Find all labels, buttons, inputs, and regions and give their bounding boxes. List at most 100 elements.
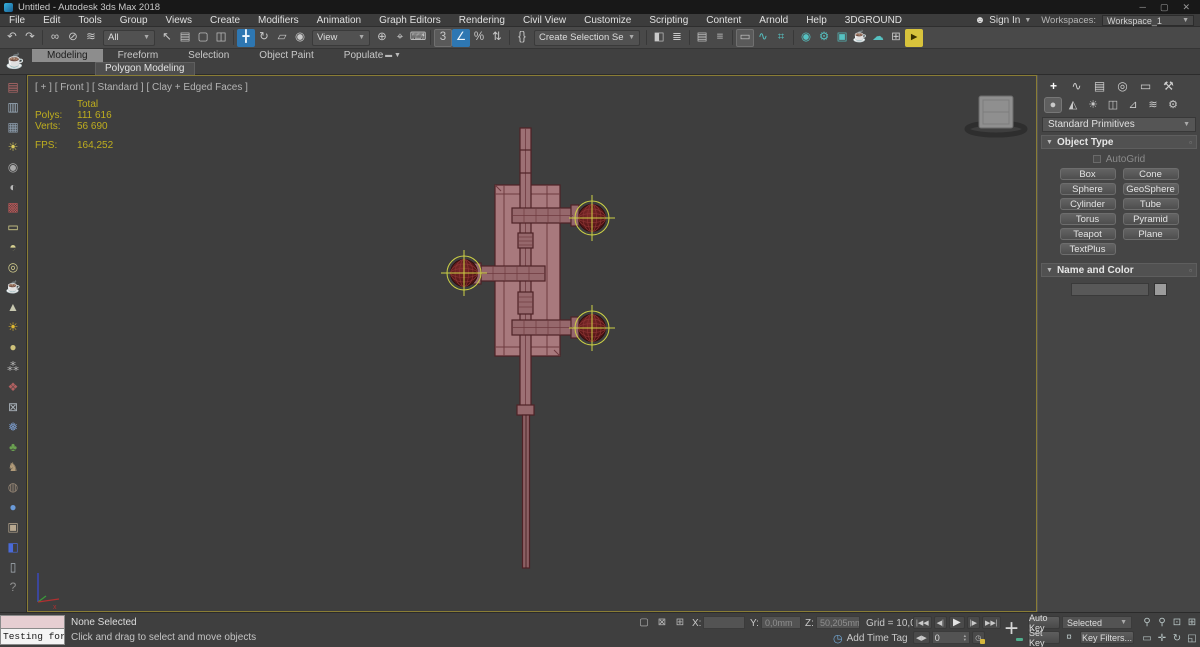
cylinder-button[interactable]: Cylinder <box>1059 198 1116 210</box>
help-icon[interactable]: ? <box>2 577 25 597</box>
schematic-view-icon[interactable]: ⌗ <box>772 29 790 47</box>
scene-explorer-toggle-icon[interactable]: ▤ <box>693 29 711 47</box>
pan-icon[interactable]: ✛ <box>1155 631 1169 646</box>
select-by-name-icon[interactable]: ▤ <box>176 29 194 47</box>
rendered-frame-icon[interactable]: ▣ <box>833 29 851 47</box>
molecule-tool-icon[interactable]: ❖ <box>2 377 25 397</box>
ribbon-overflow-button[interactable]: ▬ ▼ <box>380 49 406 62</box>
layer-explorer-icon[interactable]: ▦ <box>2 117 25 137</box>
orbit-icon[interactable]: ↻ <box>1170 631 1184 646</box>
name-color-rollout-header[interactable]: ▼ Name and Color ▫ <box>1041 263 1197 277</box>
undo-icon[interactable]: ↶ <box>3 29 21 47</box>
listener-macro-pane[interactable] <box>0 615 65 629</box>
set-key-button[interactable]: Set Key <box>1028 628 1060 647</box>
ribbon-tab-modeling[interactable]: Modeling <box>32 49 103 62</box>
spinner-icon[interactable]: ▲ ▼ <box>963 633 967 642</box>
zoom-icon[interactable]: ⚲ <box>1140 615 1154 630</box>
workspace-dropdown[interactable]: Workspace_1 ▼ <box>1102 15 1194 26</box>
z-coordinate-field[interactable]: 50,205mm <box>816 616 860 629</box>
reference-coordinate-dropdown[interactable]: View ▼ <box>312 29 370 46</box>
percent-snap-icon[interactable]: % <box>470 29 488 47</box>
named-selection-set-dropdown[interactable]: Create Selection Se ▼ <box>534 29 640 46</box>
ribbon-toggle-icon[interactable]: ▭ <box>736 28 754 47</box>
play-button[interactable]: ▶ <box>948 616 965 629</box>
angle-snap-icon[interactable]: ∠ <box>452 28 470 47</box>
maxscript-mini-listener[interactable]: Testing for i <box>0 615 65 645</box>
select-and-move-icon[interactable]: ╋ <box>237 28 255 47</box>
category-geometry[interactable]: ● <box>1044 97 1062 113</box>
current-frame-field[interactable]: 0 ▲ ▼ <box>931 631 970 644</box>
menu-help[interactable]: Help <box>797 14 836 27</box>
menu-animation[interactable]: Animation <box>308 14 370 27</box>
menu-graph-editors[interactable]: Graph Editors <box>370 14 450 27</box>
teapot-button[interactable]: Teapot <box>1059 228 1116 240</box>
selection-lock-toggle[interactable]: ⊠ <box>655 616 669 629</box>
sun-tool-icon[interactable]: ☀ <box>2 317 25 337</box>
menu-3dground[interactable]: 3DGROUND <box>836 14 911 27</box>
window-crossing-icon[interactable]: ◫ <box>212 29 230 47</box>
listener-script-pane[interactable]: Testing for i <box>0 629 65 645</box>
teapot-icon[interactable]: ☕ <box>3 50 27 74</box>
teapot-tool-icon[interactable]: ☕ <box>2 277 25 297</box>
ribbon-tab-selection[interactable]: Selection <box>173 49 244 62</box>
render-cloud-icon[interactable]: ☁ <box>869 29 887 47</box>
select-and-link-icon[interactable]: ∞ <box>46 29 64 47</box>
redo-icon[interactable]: ↷ <box>21 29 39 47</box>
menu-tools[interactable]: Tools <box>69 14 110 27</box>
gizmo-tool-icon[interactable]: ⊠ <box>2 397 25 417</box>
geosphere-button[interactable]: GeoSphere <box>1122 183 1179 195</box>
unlink-selection-icon[interactable]: ⊘ <box>64 29 82 47</box>
composite-icon[interactable]: ◧ <box>2 537 25 557</box>
camera-tools-icon[interactable]: ◉ <box>2 157 25 177</box>
plane-button[interactable]: Plane <box>1122 228 1179 240</box>
menu-modifiers[interactable]: Modifiers <box>249 14 308 27</box>
category-systems[interactable]: ⚙ <box>1164 97 1182 113</box>
render-setup-icon[interactable]: ⚙ <box>815 29 833 47</box>
document-icon[interactable]: ▯ <box>2 557 25 577</box>
object-type-rollout-header[interactable]: ▼ Object Type ▫ <box>1041 135 1197 149</box>
polygon-modeling-panel-tab[interactable]: Polygon Modeling <box>95 62 195 75</box>
bind-to-space-warp-icon[interactable]: ≋ <box>82 29 100 47</box>
menu-content[interactable]: Content <box>697 14 750 27</box>
key-filters-icon[interactable]: ¤ <box>1062 631 1076 644</box>
x-coordinate-field[interactable] <box>703 616 745 629</box>
zoom-extents-all-icon[interactable]: ⊞ <box>1185 615 1199 630</box>
go-to-start-button[interactable]: |◀◀ <box>913 616 932 629</box>
bitmap-icon[interactable]: ▣ <box>2 517 25 537</box>
key-mode-toggle[interactable]: ◀▶ <box>913 631 930 644</box>
menu-edit[interactable]: Edit <box>34 14 69 27</box>
category-cameras[interactable]: ◫ <box>1104 97 1122 113</box>
panel-tab-modify[interactable]: ∿ <box>1067 78 1086 94</box>
next-frame-button[interactable]: |▶ <box>966 616 980 629</box>
named-selection-sets-icon[interactable]: {} <box>513 29 531 47</box>
menu-group[interactable]: Group <box>111 14 157 27</box>
box-button[interactable]: Box <box>1059 168 1116 180</box>
time-configuration-button[interactable]: ◷ <box>971 631 985 644</box>
select-and-place-icon[interactable]: ◉ <box>291 29 309 47</box>
key-filters-button[interactable]: Key Filters... <box>1080 631 1134 644</box>
sphere-tool-icon[interactable]: ● <box>2 337 25 357</box>
curve-editor-icon[interactable]: ∿ <box>754 29 772 47</box>
menu-rendering[interactable]: Rendering <box>450 14 514 27</box>
zoom-extents-icon[interactable]: ⊡ <box>1170 615 1184 630</box>
spinner-snap-icon[interactable]: ⇅ <box>488 29 506 47</box>
viewport-canvas[interactable]: x <box>27 75 1037 612</box>
panel-tab-hierarchy[interactable]: ▤ <box>1090 78 1109 94</box>
viewport-label[interactable]: [ + ] [ Front ] [ Standard ] [ Clay + Ed… <box>35 82 248 93</box>
ribbon-tab-object-paint[interactable]: Object Paint <box>244 49 328 62</box>
panel-tab-motion[interactable]: ◎ <box>1113 78 1132 94</box>
layer-explorer-toggle-icon[interactable]: ≡ <box>711 29 729 47</box>
close-button[interactable]: ✕ <box>1182 2 1190 13</box>
y-coordinate-field[interactable]: 0,0mm <box>761 616 801 629</box>
menu-scripting[interactable]: Scripting <box>640 14 697 27</box>
mirror-icon[interactable]: ◧ <box>650 29 668 47</box>
render-flags-icon[interactable]: ⊞ <box>887 29 905 47</box>
cone-button[interactable]: Cone <box>1122 168 1179 180</box>
menu-file[interactable]: File <box>0 14 34 27</box>
panel-tab-create[interactable]: + <box>1044 78 1063 94</box>
select-and-manipulate-icon[interactable]: ⌖ <box>391 29 409 47</box>
previous-frame-button[interactable]: ◀| <box>933 616 947 629</box>
key-set-dropdown[interactable]: Selected ▼ <box>1062 616 1132 629</box>
cone-tool-icon[interactable]: ▲ <box>2 297 25 317</box>
minimize-button[interactable]: ─ <box>1140 2 1146 13</box>
